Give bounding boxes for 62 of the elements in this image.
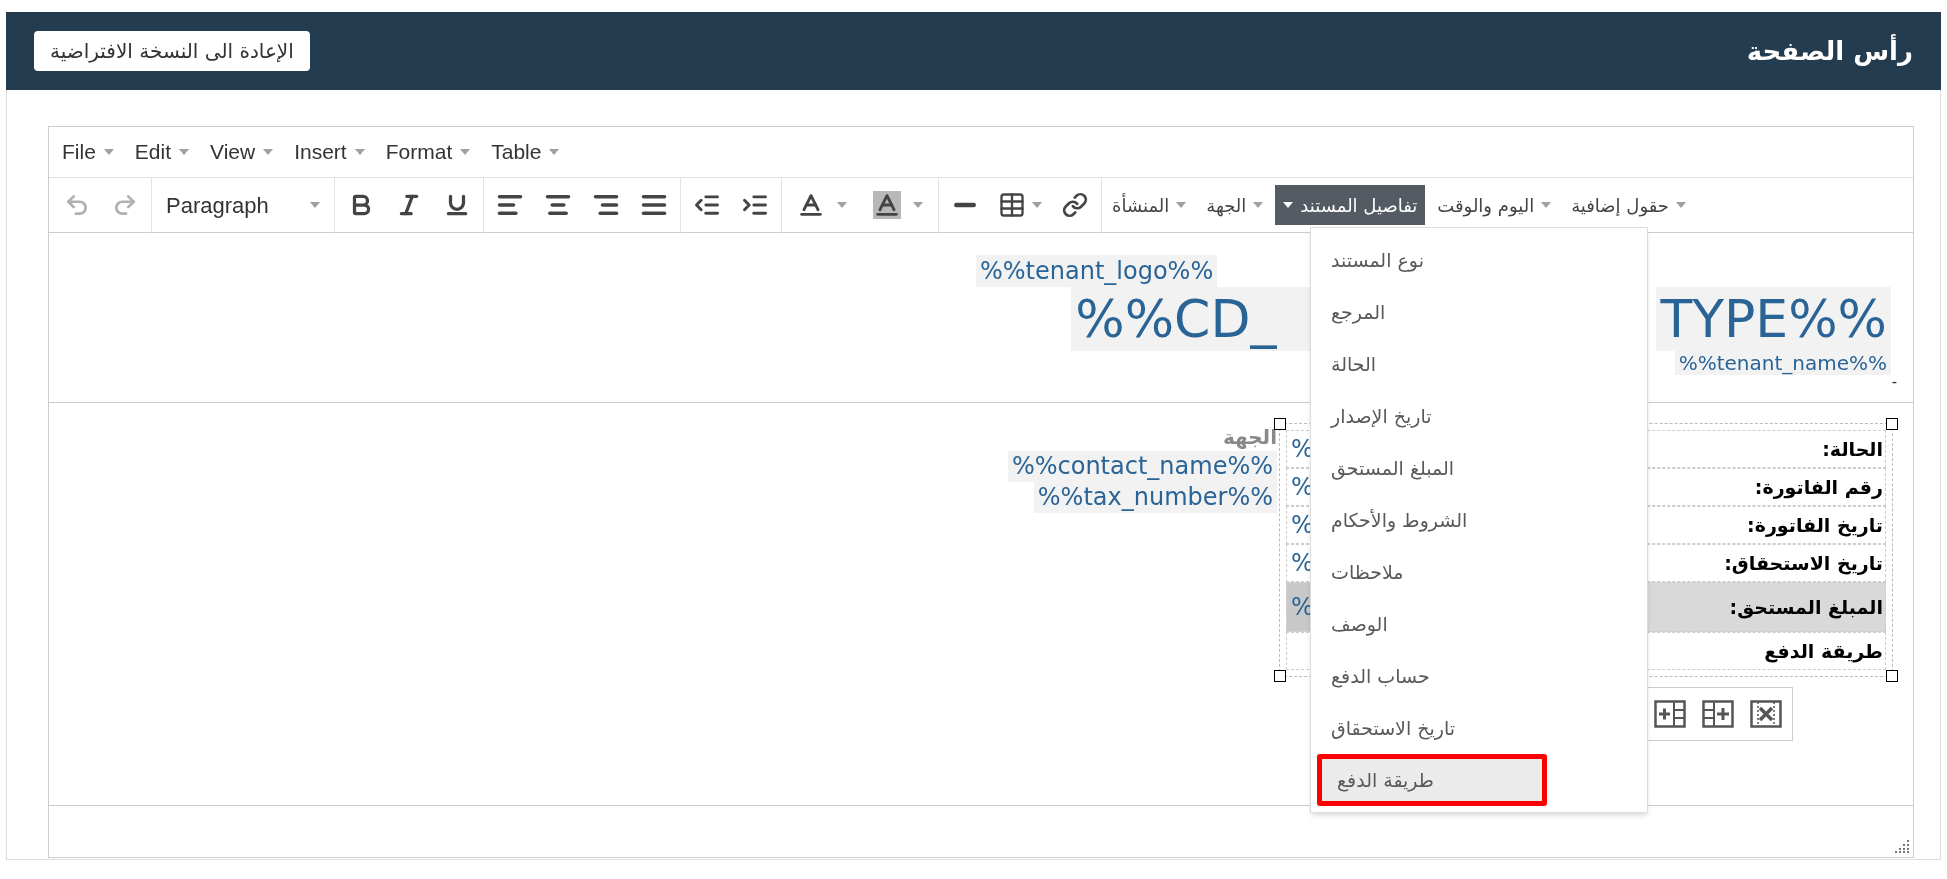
menu-item[interactable]: Table [482, 136, 569, 168]
caret-icon [310, 202, 320, 208]
insert-column-icon[interactable] [1654, 700, 1686, 728]
text-color-icon [797, 191, 825, 219]
insert-field-menu[interactable]: الجهة [1198, 185, 1272, 225]
caret-icon [837, 202, 847, 208]
menu-item[interactable]: Format [376, 136, 480, 168]
table-cell-text: المبلغ المستحق: [1729, 594, 1883, 621]
menu-item[interactable]: Insert [285, 136, 374, 168]
dash-text: - [1891, 375, 1897, 389]
menu-item[interactable]: Edit [125, 136, 199, 168]
caret-icon [549, 149, 560, 155]
caret-icon [1283, 202, 1294, 208]
table-cell-text: طريقة الدفع [1764, 638, 1883, 665]
table-icon [998, 191, 1026, 219]
insert-field-menu[interactable]: اليوم والوقت [1429, 185, 1560, 225]
caret-icon [1675, 202, 1686, 208]
table-cell-text: تاريخ الفاتورة: [1747, 512, 1883, 539]
caret-icon [1541, 202, 1552, 208]
table-cell-text: تاريخ الاستحقاق: [1724, 550, 1883, 577]
paragraph-select[interactable]: Paragraph [154, 182, 332, 228]
highlight-color-icon [873, 191, 901, 219]
contact-merge-field: %%contact_name%% [1007, 451, 1277, 482]
resize-handle[interactable] [1886, 418, 1898, 430]
insert-field-menu[interactable]: تفاصيل المستند [1275, 185, 1426, 225]
caret-icon [913, 202, 923, 208]
caret-icon [103, 149, 114, 155]
caret-icon [460, 149, 471, 155]
contact-heading: الجهة [1222, 424, 1277, 451]
menu-item[interactable]: View [201, 136, 283, 168]
insert-field-menu[interactable]: المنشأة [1104, 185, 1195, 225]
tenant-name-merge-field: %%tenant_name%% [1674, 351, 1891, 375]
table-cell-text: الحالة: [1822, 436, 1883, 462]
dropdown-item[interactable]: طريقة الدفع [1317, 754, 1547, 806]
caret-icon [354, 149, 365, 155]
dropdown-item[interactable]: الشروط والأحكام [1311, 494, 1647, 546]
caret-icon [1253, 202, 1264, 208]
resize-grip-icon[interactable] [1895, 839, 1909, 853]
dropdown-item[interactable]: ملاحظات [1311, 546, 1647, 598]
insert-column-icon[interactable] [1702, 700, 1734, 728]
table-cell-text: رقم الفاتورة: [1754, 474, 1883, 501]
dropdown-item[interactable]: المبلغ المستحق [1311, 442, 1647, 494]
dropdown-item[interactable]: نوع المستند [1311, 234, 1647, 286]
caret-icon [1176, 202, 1187, 208]
dropdown-item[interactable]: الوصف [1311, 598, 1647, 650]
dropdown-item[interactable]: حساب الدفع [1311, 650, 1647, 702]
resize-handle[interactable] [1274, 418, 1286, 430]
logo-merge-field: %%tenant_logo%% [976, 255, 1218, 287]
caret-icon [179, 149, 190, 155]
delete-column-icon[interactable] [1750, 700, 1782, 728]
menu-item[interactable]: File [53, 136, 123, 168]
resize-handle[interactable] [1886, 670, 1898, 682]
dropdown-item[interactable]: تاريخ الاستحقاق [1311, 702, 1647, 754]
insert-field-menu[interactable]: حقول إضافية [1563, 185, 1694, 225]
contact-merge-field: %%tax_number%% [1033, 482, 1277, 513]
caret-icon [263, 149, 274, 155]
resize-handle[interactable] [1274, 670, 1286, 682]
panel-title: رأس الصفحة [1746, 33, 1913, 68]
reset-button[interactable]: الإعادة الى النسخة الافتراضية [34, 31, 310, 71]
dropdown-item[interactable]: تاريخ الإصدار [1311, 390, 1647, 442]
caret-icon [1032, 202, 1042, 208]
document-type-merge-field: TYPE%% [1656, 287, 1891, 351]
